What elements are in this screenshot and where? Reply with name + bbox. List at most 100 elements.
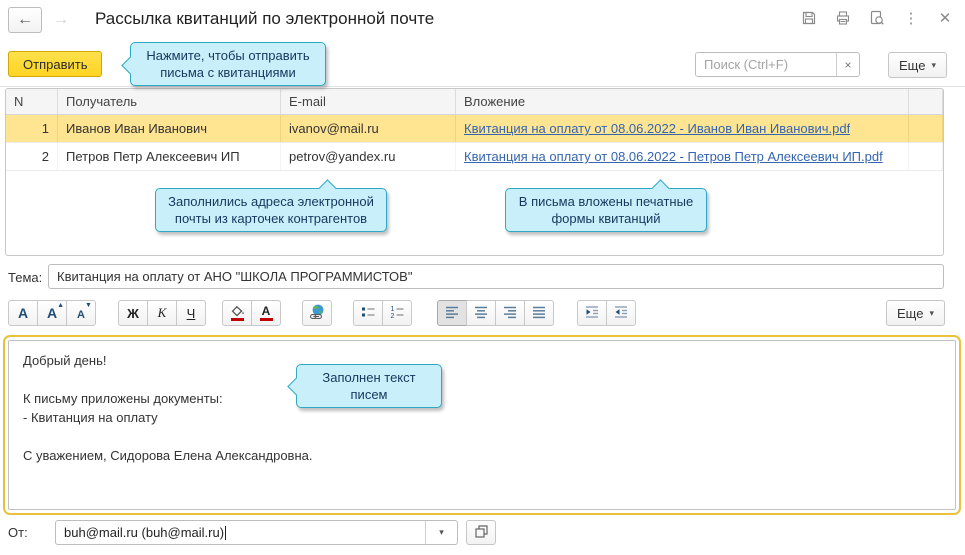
bold-letter: Ж [127,305,139,321]
search-input[interactable] [696,53,836,76]
fontcolor-letter: А [261,304,271,318]
open-from-button[interactable] [466,520,496,545]
more-button-top[interactable]: Еще ▾ [888,52,947,78]
align-group [437,300,554,326]
forward-button[interactable]: → [44,7,78,33]
callout-send-text: Нажмите, чтобы отправить письма с квитан… [146,48,310,80]
style-group: Ж К Ч [118,300,206,326]
bold-button[interactable]: Ж [118,300,148,326]
body-line: С уважением, Сидорова Елена Александровн… [23,448,313,463]
font-shrink-button[interactable]: А ▼ [66,300,96,326]
globe-link-icon [309,303,326,323]
preview-icon[interactable] [867,8,887,28]
highlight-color-button[interactable] [222,300,252,326]
editor-toolbar: А А ▲ А ▼ Ж К Ч А 1 2 Еще ▾ [0,300,965,330]
subject-label: Тема: [8,270,43,285]
numbered-list-button[interactable]: 12 [382,300,412,326]
cell-n: 1 [6,115,58,142]
callout-attachments: В письма вложены печатные формы квитанци… [505,179,707,232]
from-combobox[interactable]: buh@mail.ru (buh@mail.ru) ▾ [55,520,458,545]
chevron-down-icon: ▾ [931,59,936,70]
attachment-link[interactable]: Квитанция на оплату от 08.06.2022 - Петр… [464,149,883,164]
print-icon[interactable] [833,8,853,28]
link-group [302,300,332,326]
red-color-bar [230,317,244,321]
font-name-button[interactable]: А [8,300,38,326]
svg-text:1: 1 [391,306,395,313]
callout-send: Нажмите, чтобы отправить письма с квитан… [121,42,326,86]
body-line [23,427,941,446]
body-line: - Квитанция на оплату [23,410,158,425]
cell-extra [909,115,943,142]
combo-dropdown-button[interactable]: ▾ [425,521,457,544]
insert-hyperlink-button[interactable] [302,300,332,326]
align-left-button[interactable] [437,300,467,326]
align-center-button[interactable] [466,300,496,326]
list-group: 12 [353,300,412,326]
table-row[interactable]: 2 Петров Петр Алексеевич ИП petrov@yande… [6,143,943,171]
send-button[interactable]: Отправить [8,51,103,77]
close-glyph: ✕ [938,10,952,27]
app-window: ← → Рассылка квитанций по электронной по… [0,0,965,555]
back-button[interactable]: ← [8,7,42,33]
indent-decrease-button[interactable] [606,300,636,326]
chevron-down-icon: ▾ [929,307,934,318]
indent-increase-button[interactable] [577,300,607,326]
arrow-down-icon: ▼ [85,301,92,309]
indent-decrease-icon [613,304,629,323]
bullet-list-button[interactable] [353,300,383,326]
align-right-button[interactable] [495,300,525,326]
italic-button[interactable]: К [147,300,177,326]
font-letter: А [77,308,85,321]
callout-emails: Заполнились адреса электронной почты из … [155,179,387,232]
body-line [23,370,941,389]
font-grow-button[interactable]: А ▲ [37,300,67,326]
align-justify-button[interactable] [524,300,554,326]
col-header-n[interactable]: N [6,89,58,114]
font-group: А А ▲ А ▼ [8,300,96,326]
body-line: К письму приложены документы: [23,391,223,406]
underline-letter: Ч [186,305,196,321]
clear-glyph: × [844,57,852,72]
callout-attachments-text: В письма вложены печатные формы квитанци… [518,194,694,226]
mail-body-editor[interactable]: Добрый день! К письму приложены документ… [3,335,961,515]
cell-email: ivanov@mail.ru [281,115,456,142]
more-menu-icon[interactable]: ⋮ [901,8,921,28]
back-arrow-icon: ← [17,11,33,28]
numbered-list-icon: 12 [389,304,405,323]
paint-bucket-icon [230,305,245,321]
underline-button[interactable]: Ч [176,300,206,326]
table-row[interactable]: 1 Иванов Иван Иванович ivanov@mail.ru Кв… [6,115,943,143]
search-box: × [695,52,860,77]
col-header-extra [909,89,943,114]
arrow-up-icon: ▲ [57,301,65,309]
save-icon[interactable] [799,8,819,28]
search-clear-icon[interactable]: × [836,53,859,76]
italic-letter: К [157,305,167,320]
align-right-icon [502,304,518,323]
cell-email: petrov@yandex.ru [281,143,456,170]
bullet-list-icon [360,304,376,323]
callout-emails-text: Заполнились адреса электронной почты из … [168,194,374,226]
subject-input[interactable] [48,264,944,289]
cell-recipient: Иванов Иван Иванович [58,115,281,142]
body-line: Добрый день! [23,353,107,368]
attachment-link[interactable]: Квитанция на оплату от 08.06.2022 - Иван… [464,121,850,136]
svg-text:2: 2 [391,313,395,320]
window-icons: ⋮ ✕ [799,8,955,28]
chevron-down-icon: ▾ [439,527,444,537]
col-header-attachment[interactable]: Вложение [456,89,909,114]
red-color-bar [259,318,273,321]
more-button-label: Еще [897,305,924,321]
col-header-recipient[interactable]: Получатель [58,89,281,114]
kebab-glyph: ⋮ [903,10,919,27]
more-button-label: Еще [899,57,926,73]
font-letter: А [46,304,58,321]
more-button-editor[interactable]: Еще ▾ [886,300,945,326]
from-row: От: buh@mail.ru (buh@mail.ru) ▾ [0,520,965,548]
font-color-button[interactable]: А [251,300,281,326]
col-header-email[interactable]: E-mail [281,89,456,114]
close-icon[interactable]: ✕ [935,8,955,28]
text-cursor [225,525,227,540]
from-label: От: [8,525,28,540]
